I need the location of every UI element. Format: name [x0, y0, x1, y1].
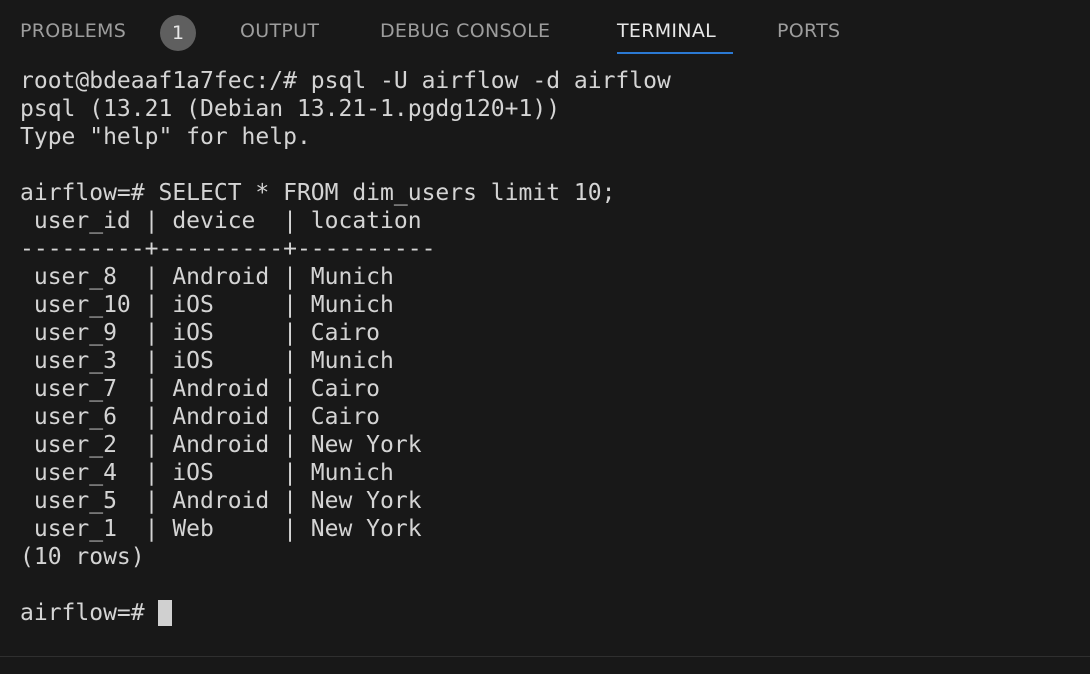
tab-terminal-label: TERMINAL [617, 20, 717, 42]
terminal-line: psql (13.21 (Debian 13.21-1.pgdg120+1)) [20, 96, 561, 122]
terminal-line: user_1 | Web | New York [20, 516, 422, 542]
terminal-cursor [158, 600, 173, 626]
tab-debug-console[interactable]: DEBUG CONSOLE [380, 0, 550, 62]
terminal-line: (10 rows) [20, 544, 145, 570]
terminal-line: Type "help" for help. [20, 124, 311, 150]
panel-tab-bar: PROBLEMS 1 OUTPUT DEBUG CONSOLE TERMINAL… [0, 0, 1090, 62]
tab-ports[interactable]: PORTS [777, 0, 840, 62]
terminal-line: root@bdeaaf1a7fec:/# psql -U airflow -d … [20, 68, 671, 94]
terminal-line: user_10 | iOS | Munich [20, 292, 394, 318]
terminal-line: user_8 | Android | Munich [20, 264, 394, 290]
tab-debug-console-label: DEBUG CONSOLE [380, 20, 551, 42]
terminal-line: ---------+---------+---------- [20, 236, 436, 262]
terminal-line: user_6 | Android | Cairo [20, 404, 381, 430]
terminal-line: user_2 | Android | New York [20, 432, 422, 458]
active-tab-indicator [617, 52, 733, 54]
tab-terminal[interactable]: TERMINAL [617, 0, 733, 62]
panel-bottom-divider [0, 656, 1090, 657]
terminal-output[interactable]: root@bdeaaf1a7fec:/# psql -U airflow -d … [20, 67, 1080, 637]
terminal-line: user_7 | Android | Cairo [20, 376, 381, 402]
terminal-panel: PROBLEMS 1 OUTPUT DEBUG CONSOLE TERMINAL… [0, 0, 1090, 674]
terminal-line: user_5 | Android | New York [20, 488, 422, 514]
problems-count-badge: 1 [160, 15, 196, 51]
tab-output-label: OUTPUT [240, 20, 320, 42]
tab-output[interactable]: OUTPUT [240, 0, 319, 62]
terminal-line: user_3 | iOS | Munich [20, 348, 394, 374]
terminal-line: user_9 | iOS | Cairo [20, 320, 381, 346]
tab-problems[interactable]: PROBLEMS [20, 0, 126, 62]
terminal-line: airflow=# SELECT * FROM dim_users limit … [20, 180, 616, 206]
terminal-prompt: airflow=# [20, 600, 159, 626]
terminal-line: user_4 | iOS | Munich [20, 460, 394, 486]
terminal-prompt-line[interactable]: airflow=# [20, 599, 1080, 627]
tab-ports-label: PORTS [777, 20, 841, 42]
tab-problems-label: PROBLEMS [20, 20, 127, 42]
terminal-line: user_id | device | location [20, 208, 422, 234]
